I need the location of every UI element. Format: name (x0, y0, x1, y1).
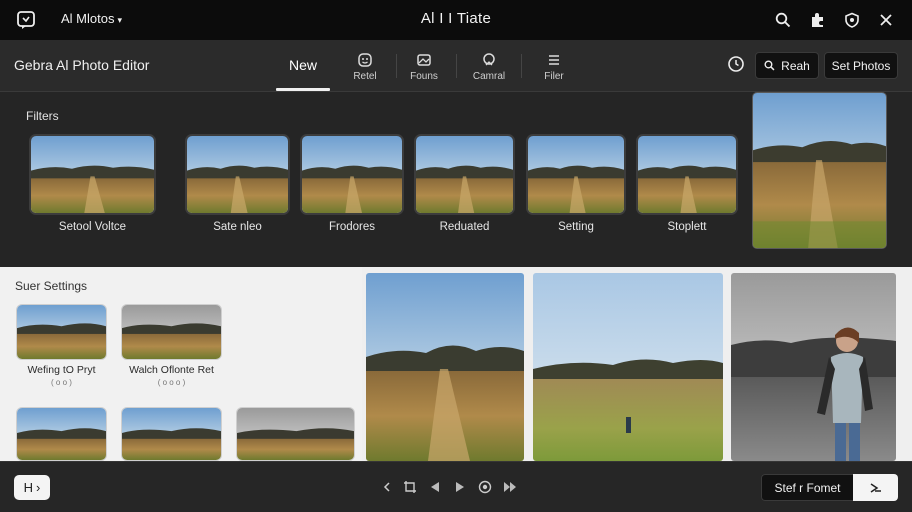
preset-thumbnail (121, 304, 222, 360)
search-button[interactable]: Reah (755, 52, 819, 79)
crop-icon[interactable] (401, 478, 419, 496)
tool-founs[interactable]: Founs (396, 52, 452, 82)
gallery-photo[interactable] (533, 273, 723, 461)
preset-card[interactable] (236, 407, 355, 461)
camera-icon (483, 53, 495, 66)
h-button[interactable]: H › (14, 475, 50, 500)
filters-title: Filters (26, 109, 59, 123)
filter-thumbnail (414, 134, 515, 215)
product-title: Gebra Al Photo Editor (14, 57, 150, 73)
puzzle-icon[interactable] (807, 9, 829, 31)
search-icon[interactable] (772, 9, 794, 31)
gallery-photo[interactable] (731, 273, 896, 461)
play-icon[interactable] (451, 478, 469, 496)
toolbar-divider (456, 54, 457, 78)
history-clock-icon[interactable] (727, 55, 745, 78)
tool-retel-label: Retel (353, 71, 377, 82)
arrow-icon (870, 482, 881, 493)
user-settings-panel: Suer Settings Wefing tO Pryt ( o o ) Wal… (0, 267, 362, 461)
filter-label: Reduated (439, 221, 490, 233)
filter-thumbnail (526, 134, 626, 215)
filter-label: Frodores (328, 221, 376, 233)
previous-icon[interactable] (426, 478, 444, 496)
set-photos-label: Set Photos (831, 58, 891, 73)
set-photos-button[interactable]: Set Photos (824, 52, 898, 79)
main-toolbar: Gebra Al Photo Editor New Retel Founs Ca… (0, 40, 912, 92)
filter-card[interactable]: Setting (526, 134, 626, 233)
tab-new[interactable]: New (276, 40, 330, 91)
preset-thumbnail (236, 407, 355, 461)
tool-founs-label: Founs (410, 71, 438, 82)
search-icon (764, 60, 775, 71)
filter-label: Sate nleo (213, 221, 262, 233)
tab-new-label: New (288, 57, 317, 73)
photo-preview[interactable] (752, 92, 887, 249)
preset-sub: ( o o o ) (157, 378, 186, 387)
filter-thumbnail (636, 134, 738, 215)
preset-label: Wefing tO Pryt (27, 364, 96, 376)
chevron-left-icon[interactable] (378, 478, 396, 496)
tool-camral-label: Camral (472, 71, 506, 82)
format-confirm-button[interactable] (853, 474, 898, 501)
tool-filer-label: Filer (544, 71, 564, 82)
preset-thumbnail (16, 304, 107, 360)
filter-icon (549, 55, 559, 65)
tool-camral[interactable]: Camral (461, 52, 517, 82)
record-icon[interactable] (476, 478, 494, 496)
preset-label: Walch Oflonte Ret (129, 364, 214, 376)
filter-card[interactable]: Setool Voltce (29, 134, 156, 233)
preset-thumbnail (16, 407, 107, 461)
filter-card[interactable]: Sate nleo (185, 134, 290, 233)
filter-label: Setool Voltce (58, 221, 127, 233)
preset-card[interactable]: Walch Oflonte Ret ( o o o ) (121, 304, 222, 387)
tool-retel[interactable]: Retel (337, 52, 393, 82)
preset-thumbnail (121, 407, 222, 461)
filter-thumbnail (29, 134, 156, 215)
filter-label: Stoplett (667, 221, 707, 233)
layers-icon (417, 54, 431, 66)
bottom-bar: H › Stef r Fomet (0, 461, 912, 512)
close-icon[interactable] (875, 9, 897, 31)
search-button-label: Reah (781, 58, 810, 73)
chevron-right-icon: › (36, 480, 41, 495)
filter-thumbnail (300, 134, 404, 215)
filter-card[interactable]: Frodores (300, 134, 404, 233)
filter-card[interactable]: Stoplett (636, 134, 738, 233)
format-control: Stef r Fomet (761, 474, 898, 501)
active-tab-indicator (276, 88, 330, 91)
photo-gallery (362, 267, 912, 461)
preset-card[interactable] (121, 407, 222, 461)
filter-thumbnail (185, 134, 290, 215)
preset-card[interactable]: Wefing tO Pryt ( o o ) (16, 304, 107, 387)
h-button-label: H (23, 480, 34, 495)
tool-filer[interactable]: Filer (526, 52, 582, 82)
fast-forward-icon[interactable] (501, 478, 519, 496)
preset-sub: ( o o ) (51, 378, 72, 387)
retouch-icon (358, 53, 372, 67)
format-button[interactable]: Stef r Fomet (761, 474, 853, 501)
settings-title: Suer Settings (15, 279, 88, 293)
title-bar: Al Mlotos ▾ Al I I Tiate (0, 0, 912, 40)
toolbar-divider (521, 54, 522, 78)
preset-card[interactable] (16, 407, 107, 461)
gallery-photo[interactable] (366, 273, 524, 461)
shield-icon[interactable] (841, 9, 863, 31)
filter-label: Setting (558, 221, 594, 233)
filter-card[interactable]: Reduated (414, 134, 515, 233)
